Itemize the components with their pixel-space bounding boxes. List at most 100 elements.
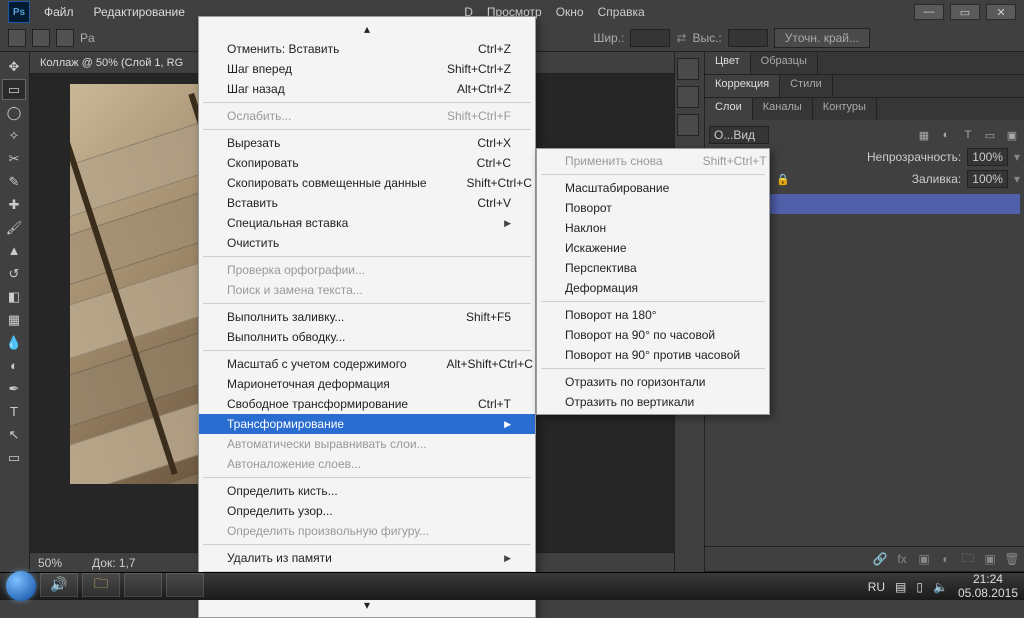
tab-layers[interactable]: Слои [705,98,753,120]
menu-define-brush[interactable]: Определить кисть... [199,481,535,501]
tool-blur[interactable]: 💧 [2,332,26,353]
tool-type[interactable]: T [2,401,26,422]
menu-copy[interactable]: СкопироватьCtrl+C [199,153,535,173]
tray-lang[interactable]: RU [868,580,885,594]
submenu-flip-horizontal[interactable]: Отразить по горизонтали [537,372,769,392]
arrange-row-icon[interactable] [56,29,74,47]
menu-paste-special[interactable]: Специальная вставка▶ [199,213,535,233]
start-button[interactable] [6,571,36,601]
menu-transform[interactable]: Трансформирование▶ [199,414,535,434]
tool-wand[interactable]: ✧ [2,125,26,146]
taskbar-app1-icon[interactable] [124,573,162,597]
submenu-warp[interactable]: Деформация [537,278,769,298]
tool-eyedropper[interactable]: ✎ [2,171,26,192]
tab-channels[interactable]: Каналы [753,98,813,120]
tool-crop[interactable]: ✂ [2,148,26,169]
filter-shape-icon[interactable]: ▭ [982,127,998,143]
menu-file[interactable]: Файл [34,1,84,23]
menu-window[interactable]: Окно [556,5,584,19]
link-layers-icon[interactable]: 🔗 [872,551,888,567]
tool-history-brush[interactable]: ↺ [2,263,26,284]
tool-path[interactable]: ↖ [2,424,26,445]
menu-help[interactable]: Справка [598,5,645,19]
tool-gradient[interactable]: ▦ [2,309,26,330]
menu-scroll-up[interactable]: ▴ [199,19,535,39]
menu-cut[interactable]: ВырезатьCtrl+X [199,133,535,153]
tool-brush[interactable]: 🖌 [2,217,26,238]
strip-actions-icon[interactable] [677,86,699,108]
menu-content-aware-scale[interactable]: Масштаб с учетом содержимогоAlt+Shift+Ct… [199,354,535,374]
submenu-rotate[interactable]: Поворот [537,198,769,218]
tool-marquee[interactable]: ▭ [2,79,26,100]
menu-step-back[interactable]: Шаг назадAlt+Ctrl+Z [199,79,535,99]
app-logo[interactable]: Ps [8,1,30,23]
menu-undo[interactable]: Отменить: ВставитьCtrl+Z [199,39,535,59]
menu-clear[interactable]: Очистить [199,233,535,253]
layer-fx-icon[interactable]: fx [894,551,910,567]
tab-paths[interactable]: Контуры [813,98,877,120]
arrange-icon[interactable] [8,29,26,47]
taskbar-sound-icon[interactable]: 🔊 [40,573,78,597]
tool-dodge[interactable]: ◐ [2,355,26,376]
submenu-skew[interactable]: Наклон [537,218,769,238]
submenu-rotate-90-ccw[interactable]: Поворот на 90° против часовой [537,345,769,365]
menu-copy-merged[interactable]: Скопировать совмещенные данныеShift+Ctrl… [199,173,535,193]
new-layer-icon[interactable]: ▣ [982,551,998,567]
tab-color[interactable]: Цвет [705,52,751,74]
menu-fill[interactable]: Выполнить заливку...Shift+F5 [199,307,535,327]
filter-smart-icon[interactable]: ▣ [1004,127,1020,143]
tool-shape[interactable]: ▭ [2,447,26,468]
submenu-flip-vertical[interactable]: Отразить по вертикали [537,392,769,412]
submenu-rotate-180[interactable]: Поворот на 180° [537,305,769,325]
menu-purge[interactable]: Удалить из памяти▶ [199,548,535,568]
filter-adjust-icon[interactable]: ◐ [938,127,954,143]
document-tab[interactable]: Коллаж @ 50% (Слой 1, RG [40,57,183,69]
tray-volume-icon[interactable]: 🔈 [933,580,948,594]
close-button[interactable]: ✕ [986,4,1016,20]
menu-step-forward[interactable]: Шаг впередShift+Ctrl+Z [199,59,535,79]
delete-layer-icon[interactable]: 🗑 [1004,551,1020,567]
tab-adjustments[interactable]: Коррекция [705,75,780,97]
zoom-level[interactable]: 50% [38,556,62,570]
menu-edit[interactable]: Редактирование [84,1,195,23]
menu-paste[interactable]: ВставитьCtrl+V [199,193,535,213]
taskbar-explorer-icon[interactable]: 🗀 [82,573,120,597]
tool-eraser[interactable]: ◧ [2,286,26,307]
filter-pixel-icon[interactable]: ▦ [916,127,932,143]
fill-field[interactable]: 100% [967,170,1008,188]
layer-mask-icon[interactable]: ▣ [916,551,932,567]
menu-free-transform[interactable]: Свободное трансформированиеCtrl+T [199,394,535,414]
filter-type-icon[interactable]: T [960,127,976,143]
tray-clock[interactable]: 21:24 05.08.2015 [958,573,1018,599]
tray-network-icon[interactable]: ▯ [916,580,923,594]
submenu-rotate-90-cw[interactable]: Поворот на 90° по часовой [537,325,769,345]
submenu-distort[interactable]: Искажение [537,238,769,258]
maximize-button[interactable]: ▭ [950,4,980,20]
tool-move[interactable]: ✥ [2,56,26,77]
tool-pen[interactable]: ✒ [2,378,26,399]
lock-all-icon[interactable]: 🔒 [775,171,791,187]
strip-properties-icon[interactable] [677,114,699,136]
tab-swatches[interactable]: Образцы [751,52,818,74]
menu-puppet-warp[interactable]: Марионеточная деформация [199,374,535,394]
submenu-perspective[interactable]: Перспектива [537,258,769,278]
taskbar-app2-icon[interactable] [166,573,204,597]
tool-lasso[interactable]: ◯ [2,102,26,123]
arrange-grid-icon[interactable] [32,29,50,47]
menu-define-pattern[interactable]: Определить узор... [199,501,535,521]
tool-stamp[interactable]: ▲ [2,240,26,261]
tray-flag-icon[interactable]: ▤ [895,580,906,594]
opt-height-field[interactable] [728,29,768,47]
tool-heal[interactable]: ✚ [2,194,26,215]
submenu-scale[interactable]: Масштабирование [537,178,769,198]
tab-styles[interactable]: Стили [780,75,833,97]
opt-width-field[interactable] [630,29,670,47]
layers-filter-kind[interactable]: О...Вид [709,126,769,144]
group-layers-icon[interactable]: 🗀 [960,551,976,567]
strip-history-icon[interactable] [677,58,699,80]
adjustment-layer-icon[interactable]: ◐ [938,551,954,567]
refine-edge-button[interactable]: Уточн. край... [774,28,870,48]
menu-stroke[interactable]: Выполнить обводку... [199,327,535,347]
minimize-button[interactable]: — [914,4,944,20]
opacity-field[interactable]: 100% [967,148,1008,166]
